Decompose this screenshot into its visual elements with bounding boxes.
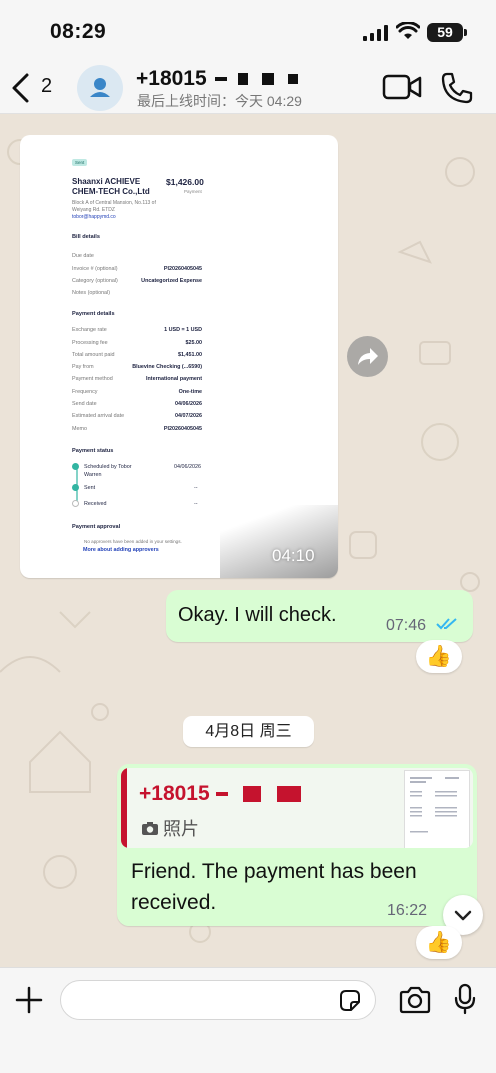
status-step-label: Received bbox=[84, 501, 107, 507]
double-check-icon bbox=[436, 618, 457, 630]
payment-row: Estimated arrival date 04/07/2026 bbox=[72, 413, 202, 419]
payment-status-title: Payment status bbox=[72, 448, 114, 454]
status-step-sublabel: Warren bbox=[84, 472, 102, 478]
back-button[interactable] bbox=[8, 68, 68, 108]
bill-row: Category (optional) Uncategorized Expense bbox=[72, 278, 202, 284]
status-badge: Sent bbox=[72, 159, 88, 166]
business-address: Block A of Central Mansion, No.113 of We… bbox=[72, 200, 156, 213]
reply-message[interactable]: +18015 照片 Friend. The payment has been r… bbox=[117, 764, 477, 926]
redaction-mark bbox=[262, 73, 275, 86]
message-time: 04:10 bbox=[272, 546, 315, 565]
payment-row: Exchange rate 1 USD = 1 USD bbox=[72, 327, 202, 333]
signal-icon bbox=[363, 25, 388, 41]
date-divider: 4月8日 周三 bbox=[183, 716, 314, 747]
payment-row: Send date 04/06/2026 bbox=[72, 401, 202, 407]
quoted-type: 照片 bbox=[141, 815, 199, 841]
payment-row: Total amount paid $1,451.00 bbox=[72, 352, 202, 358]
quoted-message[interactable]: +18015 照片 bbox=[121, 768, 473, 848]
status-step-dot bbox=[72, 484, 79, 491]
camera-icon[interactable] bbox=[398, 986, 432, 1014]
business-name: Shaanxi ACHIEVE CHEM-TECH Co.,Ltd bbox=[72, 177, 150, 196]
approval-text: No approvers have been added in your set… bbox=[84, 539, 182, 544]
clock: 08:29 bbox=[50, 20, 107, 43]
payment-row: Frequency One-time bbox=[72, 389, 202, 395]
status-step-date: -- bbox=[194, 501, 198, 507]
redaction-mark bbox=[215, 792, 228, 797]
status-step-date: -- bbox=[194, 485, 198, 491]
contact-name[interactable]: +18015 bbox=[136, 67, 299, 91]
bill-row: Invoice # (optional) PI20260405045 bbox=[72, 266, 202, 272]
bill-row: Due date bbox=[72, 253, 94, 259]
message-input[interactable] bbox=[60, 980, 376, 1020]
message-time: 16:22 bbox=[387, 902, 428, 919]
payment-row: Processing fee $25.00 bbox=[72, 340, 202, 346]
status-bar: 08:29 59 bbox=[0, 0, 496, 60]
video-icon[interactable] bbox=[382, 73, 422, 101]
document-message[interactable]: Sent Shaanxi ACHIEVE CHEM-TECH Co.,Ltd B… bbox=[20, 135, 338, 578]
battery-indicator: 59 bbox=[427, 23, 463, 42]
image-shade bbox=[220, 505, 338, 578]
bill-details-title: Bill details bbox=[72, 234, 100, 240]
quoted-thumbnail bbox=[404, 770, 470, 848]
approval-link: More about adding approvers bbox=[83, 547, 159, 553]
reaction-badge[interactable]: 👍 bbox=[416, 640, 462, 673]
camera-icon bbox=[142, 822, 158, 835]
chat-header: 2 +18015 最后上线时间：今天 04:29 bbox=[0, 60, 496, 114]
wifi-icon bbox=[396, 22, 420, 39]
phone-icon[interactable] bbox=[440, 71, 474, 105]
person-icon bbox=[90, 78, 110, 97]
payment-details-title: Payment details bbox=[72, 311, 115, 317]
composer-bar bbox=[0, 967, 496, 1073]
share-icon bbox=[358, 348, 378, 365]
status-step-dot bbox=[72, 500, 79, 507]
reaction-badge[interactable]: 👍 bbox=[416, 926, 462, 959]
payment-amount: $1,426.00 bbox=[166, 177, 204, 187]
redaction-mark bbox=[238, 73, 249, 86]
forward-button[interactable] bbox=[347, 336, 388, 377]
amount-label: Payment bbox=[184, 189, 202, 194]
approval-title: Payment approval bbox=[72, 524, 121, 530]
quote-accent-bar bbox=[121, 768, 127, 848]
bill-row: Notes (optional) bbox=[72, 290, 111, 296]
sticker-icon[interactable] bbox=[337, 988, 363, 1014]
mic-icon[interactable] bbox=[454, 983, 476, 1015]
business-email: tobor@happymd.co bbox=[72, 214, 116, 220]
status-step-date: 04/06/2026 bbox=[174, 464, 201, 470]
back-chevron-icon bbox=[12, 73, 29, 103]
avatar[interactable] bbox=[77, 65, 123, 111]
status-step-label: Sent bbox=[84, 485, 96, 491]
quoted-sender: +18015 bbox=[139, 782, 302, 806]
redaction-mark bbox=[277, 786, 302, 803]
status-step-label: Scheduled by Tobor bbox=[84, 464, 132, 470]
outgoing-message[interactable]: Okay. I will check. 07:46 bbox=[166, 590, 473, 642]
redaction-mark bbox=[214, 77, 227, 82]
message-text: Okay. I will check. bbox=[178, 604, 337, 626]
last-seen: 最后上线时间：今天 04:29 bbox=[137, 93, 302, 109]
message-time: 07:46 bbox=[386, 617, 427, 634]
redaction-mark bbox=[288, 74, 299, 85]
payment-row: Memo PI20260405045 bbox=[72, 426, 202, 432]
battery-tip bbox=[464, 29, 467, 36]
status-step-dot bbox=[72, 463, 79, 470]
plus-icon[interactable] bbox=[15, 986, 43, 1014]
payment-row: Pay from Bluevine Checking (...6590) bbox=[72, 364, 202, 370]
payment-row: Payment method International payment bbox=[72, 376, 202, 382]
unread-count[interactable]: 2 bbox=[41, 75, 52, 98]
redaction-mark bbox=[243, 786, 262, 803]
